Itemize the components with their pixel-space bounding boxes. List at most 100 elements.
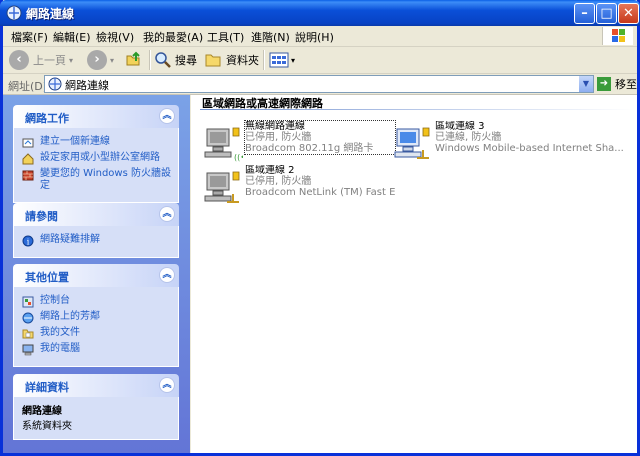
- address-label: 網址(D): [8, 80, 48, 93]
- network-connections-icon: [48, 77, 62, 91]
- connection-status: 已連線, 防火牆: [435, 132, 502, 143]
- panel-header[interactable]: 其他位置 ︽: [13, 264, 179, 287]
- other-places-panel: 其他位置 ︽ 控制台 網路上的芳鄰 我的文件 我的電腦: [13, 264, 179, 367]
- connection-status: 已停用, 防火牆: [245, 176, 312, 187]
- my-documents-icon: [22, 329, 34, 339]
- panel-body: 網路連線 系統資料夾: [13, 397, 179, 440]
- address-dropdown-icon[interactable]: ▼: [579, 76, 593, 92]
- toolbar: ‹ 上一頁 ▾ › ▾ 搜尋 資料夾 ▾: [3, 47, 637, 74]
- lan-connection-icon: [204, 171, 240, 203]
- network-places-icon: [22, 312, 34, 324]
- panel-title: 詳細資料: [25, 381, 69, 394]
- back-dropdown-icon[interactable]: ▾: [69, 56, 73, 65]
- panel-header[interactable]: 詳細資料 ︽: [13, 374, 179, 397]
- details-type: 系統資料夾: [22, 421, 72, 432]
- menu-view[interactable]: 檢視(V): [96, 29, 134, 45]
- toolbar-separator: [149, 50, 151, 70]
- task-setup-home-network[interactable]: 設定家用或小型辦公室網路: [22, 152, 172, 165]
- content-area: 區域網路或高速網際網路 ((•)) 無線網路連線 已停用, 防火牆 Broadc…: [191, 95, 637, 453]
- connection-text: 無線網路連線 已停用, 防火牆 Broadcom 802.11g 網路卡: [244, 120, 396, 155]
- address-value: 網路連線: [65, 79, 109, 92]
- new-connection-icon: [22, 138, 34, 148]
- link-network-places[interactable]: 網路上的芳鄰: [22, 311, 172, 324]
- group-divider: [200, 109, 634, 110]
- folders-button[interactable]: 資料夾: [205, 49, 259, 71]
- task-label: 變更您的 Windows 防火牆設定: [40, 168, 171, 191]
- connection-text: 區域連線 3 已連線, 防火牆 Windows Mobile-based Int…: [435, 121, 631, 154]
- connection-device: Broadcom NetLink (TM) Fast Ether...: [245, 187, 395, 198]
- my-computer-icon: [22, 344, 34, 356]
- panel-body: 建立一個新連線 設定家用或小型辦公室網路 變更您的 Windows 防火牆設定: [13, 128, 179, 203]
- go-button[interactable]: ➜ 移至: [597, 76, 637, 92]
- panel-title: 請參閱: [25, 210, 58, 223]
- svg-text:i: i: [27, 238, 30, 247]
- menu-tools[interactable]: 工具(T): [207, 29, 244, 45]
- title-bar[interactable]: 網路連線 – □ ✕: [0, 0, 640, 26]
- info-icon: i: [22, 235, 34, 247]
- back-label: 上一頁: [33, 54, 66, 67]
- connection-device: Windows Mobile-based Internet Sha...: [435, 143, 624, 154]
- network-tasks-panel: 網路工作 ︽ 建立一個新連線 設定家用或小型辦公室網路 變更您的 Windows…: [13, 105, 179, 203]
- panel-body: 控制台 網路上的芳鄰 我的文件 我的電腦: [13, 287, 179, 367]
- connection-wireless[interactable]: ((•)) 無線網路連線 已停用, 防火牆 Broadcom 802.11g 網…: [203, 120, 396, 167]
- wireless-connection-icon: ((•)): [204, 127, 243, 162]
- connection-local-2[interactable]: 區域連線 2 已停用, 防火牆 Broadcom NetLink (TM) Fa…: [203, 165, 395, 211]
- back-button[interactable]: ‹ 上一頁 ▾: [9, 49, 73, 71]
- connection-device: Broadcom 802.11g 網路卡: [245, 143, 374, 154]
- menu-edit[interactable]: 編輯(E): [53, 29, 91, 45]
- menu-bar: 檔案(F) 編輯(E) 檢視(V) 我的最愛(A) 工具(T) 進階(N) 說明…: [3, 26, 637, 47]
- views-button[interactable]: ▾: [269, 49, 295, 71]
- task-pane: 網路工作 ︽ 建立一個新連線 設定家用或小型辦公室網路 變更您的 Windows…: [3, 95, 190, 453]
- close-button[interactable]: ✕: [618, 3, 639, 24]
- link-label: 網路上的芳鄰: [40, 311, 100, 322]
- windows-logo: [602, 27, 633, 45]
- link-control-panel[interactable]: 控制台: [22, 295, 172, 308]
- task-label: 設定家用或小型辦公室網路: [40, 152, 160, 163]
- lan-connection-icon: [394, 127, 430, 159]
- panel-header[interactable]: 網路工作 ︽: [13, 105, 179, 128]
- collapse-chevron-icon[interactable]: ︽: [159, 377, 175, 393]
- svg-text:((•)): ((•)): [234, 153, 243, 162]
- link-my-computer[interactable]: 我的電腦: [22, 343, 172, 356]
- collapse-chevron-icon[interactable]: ︽: [159, 267, 175, 283]
- menu-help[interactable]: 說明(H): [295, 29, 334, 45]
- panel-title: 網路工作: [25, 112, 69, 125]
- menu-favorites[interactable]: 我的最愛(A): [143, 29, 203, 45]
- forward-dropdown-icon[interactable]: ▾: [110, 56, 114, 65]
- network-connections-icon: [6, 5, 22, 21]
- search-button[interactable]: 搜尋: [154, 49, 197, 71]
- connection-name: 無線網路連線: [245, 121, 305, 132]
- see-also-panel: 請參閱 ︽ i 網路疑難排解: [13, 203, 179, 258]
- connection-text: 區域連線 2 已停用, 防火牆 Broadcom NetLink (TM) Fa…: [245, 165, 395, 198]
- forward-arrow-icon: ›: [87, 50, 107, 70]
- maximize-button[interactable]: □: [596, 3, 617, 24]
- collapse-chevron-icon[interactable]: ︽: [159, 206, 175, 222]
- firewall-icon: [22, 170, 34, 181]
- views-icon: [269, 52, 289, 68]
- go-arrow-icon: ➜: [597, 77, 611, 91]
- task-firewall-settings[interactable]: 變更您的 Windows 防火牆設定: [22, 168, 172, 192]
- up-folder-button[interactable]: [124, 49, 144, 71]
- forward-button[interactable]: › ▾: [87, 49, 114, 71]
- back-arrow-icon: ‹: [9, 50, 29, 70]
- link-label: 我的電腦: [40, 343, 80, 354]
- panel-header[interactable]: 請參閱 ︽: [13, 203, 179, 226]
- collapse-chevron-icon[interactable]: ︽: [159, 108, 175, 124]
- address-field[interactable]: 網路連線 ▼: [44, 75, 594, 93]
- views-dropdown-icon[interactable]: ▾: [291, 56, 295, 65]
- link-network-troubleshooter[interactable]: i 網路疑難排解: [22, 234, 172, 247]
- panel-body: i 網路疑難排解: [13, 226, 179, 258]
- toolbar-separator: [263, 50, 265, 70]
- link-my-documents[interactable]: 我的文件: [22, 327, 172, 340]
- task-create-connection[interactable]: 建立一個新連線: [22, 136, 172, 149]
- folders-icon: [205, 54, 221, 67]
- address-bar: 網址(D) 網路連線 ▼ ➜ 移至: [3, 74, 637, 95]
- minimize-button[interactable]: –: [574, 3, 595, 24]
- go-label: 移至: [615, 78, 637, 91]
- search-icon: [155, 52, 171, 68]
- link-label: 網路疑難排解: [40, 234, 100, 245]
- link-label: 我的文件: [40, 327, 80, 338]
- menu-file[interactable]: 檔案(F): [11, 29, 48, 45]
- menu-advanced[interactable]: 進階(N): [251, 29, 290, 45]
- connection-local-3[interactable]: 區域連線 3 已連線, 防火牆 Windows Mobile-based Int…: [393, 121, 633, 167]
